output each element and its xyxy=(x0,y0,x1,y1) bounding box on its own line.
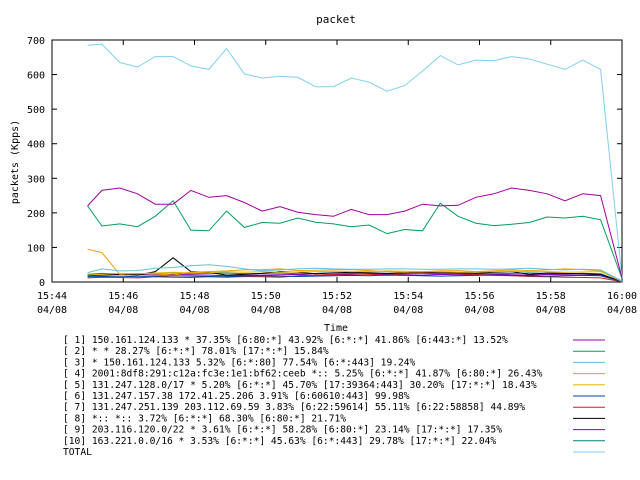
x-tick-date: 04/08 xyxy=(108,305,138,316)
y-tick-label: 500 xyxy=(27,105,45,116)
x-tick-date: 04/08 xyxy=(251,305,281,316)
legend: [ 1] 150.161.124.133 * 37.35% [6:80:*] 4… xyxy=(63,335,605,458)
legend-entry-3: [ 3] * 150.161.124.133 5.32% [6:*:80] 77… xyxy=(63,357,416,368)
y-tick-label: 100 xyxy=(27,243,45,254)
legend-entry-7: [ 7] 131.247.251.139 203.112.69.59 3.83%… xyxy=(63,402,525,413)
legend-entry-5: [ 5] 131.247.128.0/17 * 5.20% [6:*:*] 45… xyxy=(63,380,537,391)
series-line-2 xyxy=(87,200,623,279)
series-lines xyxy=(87,43,623,283)
x-tick-time: 15:48 xyxy=(179,291,209,302)
series-line-6 xyxy=(87,274,623,283)
x-tick-time: 15:54 xyxy=(393,291,423,302)
legend-entry-11: TOTAL xyxy=(63,447,92,458)
legend-entry-9: [ 9] 203.116.120.0/22 * 3.61% [6:*:*] 58… xyxy=(63,425,502,436)
x-axis-label: Time xyxy=(324,323,348,334)
x-tick-time: 15:56 xyxy=(464,291,494,302)
x-tick-date: 04/08 xyxy=(37,305,67,316)
x-tick-time: 15:44 xyxy=(37,291,67,302)
y-tick-label: 400 xyxy=(27,140,45,151)
chart-title: packet xyxy=(316,13,356,26)
legend-entry-1: [ 1] 150.161.124.133 * 37.35% [6:80:*] 4… xyxy=(63,335,508,346)
x-tick-time: 15:50 xyxy=(251,291,281,302)
legend-entry-4: [ 4] 2001:8df8:291:c12a:fc3e:1e1:bf62:ce… xyxy=(63,369,543,380)
plot-frame xyxy=(51,39,623,283)
x-tick-date: 04/08 xyxy=(179,305,209,316)
series-line-11 xyxy=(87,43,623,278)
x-tick-time: 16:00 xyxy=(607,291,637,302)
y-tick-label: 300 xyxy=(27,174,45,185)
packet-chart: packet packets (Kpps) Time 0 100 200 300 400… xyxy=(10,13,637,458)
x-tick-date: 04/08 xyxy=(607,305,637,316)
x-tick-date: 04/08 xyxy=(393,305,423,316)
x-tick-time: 15:46 xyxy=(108,291,138,302)
x-tick-time: 15:58 xyxy=(536,291,566,302)
y-tick-label: 700 xyxy=(27,36,45,47)
y-axis-label: packets (Kpps) xyxy=(10,120,21,204)
y-tick-label: 600 xyxy=(27,71,45,82)
legend-entry-8: [ 8] *:: *:: 3.72% [6:*:*] 68.30% [6:80:… xyxy=(63,413,346,424)
x-tick-date: 04/08 xyxy=(322,305,352,316)
x-tick-time: 15:52 xyxy=(322,291,352,302)
y-tick-label: 0 xyxy=(39,278,45,289)
y-tick-label: 200 xyxy=(27,209,45,220)
x-tick-date: 04/08 xyxy=(536,305,566,316)
x-tick-date: 04/08 xyxy=(464,305,494,316)
legend-entry-6: [ 6] 131.247.157.38 172.41.25.206 3.91% … xyxy=(63,391,410,402)
legend-entry-10: [10] 163.221.0.0/16 * 3.53% [6:*:*] 45.6… xyxy=(63,436,496,447)
legend-entry-2: [ 2] * * 28.27% [6:*:*] 78.01% [17:*:*] … xyxy=(63,346,329,357)
series-line-1 xyxy=(87,187,623,279)
